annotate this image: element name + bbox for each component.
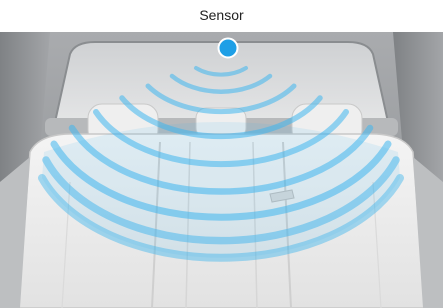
sensor-caption: Sensor <box>199 7 244 23</box>
car-rear-interior-diagram <box>0 32 443 308</box>
sensor-dot-icon <box>217 37 239 59</box>
